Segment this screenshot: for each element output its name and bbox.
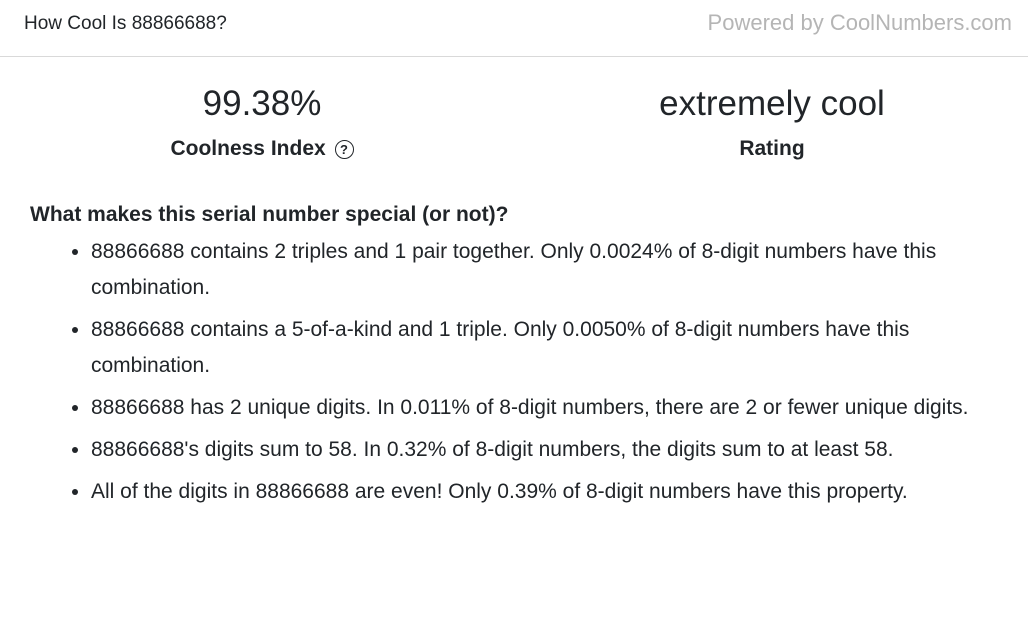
page-title: How Cool Is 88866688? xyxy=(24,13,227,34)
rating-value: extremely cool xyxy=(659,84,885,123)
powered-by-link[interactable]: Powered by CoolNumbers.com xyxy=(708,10,1012,36)
coolness-index-label: Coolness Index xyxy=(170,137,326,160)
top-header: How Cool Is 88866688? Powered by CoolNum… xyxy=(0,0,1028,57)
list-item: 88866688 has 2 unique digits. In 0.011% … xyxy=(91,390,1005,426)
list-item: 88866688 contains 2 triples and 1 pair t… xyxy=(91,234,1005,306)
stats-panel: 99.38% Coolness Index ? extremely cool R… xyxy=(0,80,1028,180)
rating-stat: extremely cool Rating xyxy=(572,80,972,164)
list-item: 88866688's digits sum to 58. In 0.32% of… xyxy=(91,432,1005,468)
list-item: 88866688 contains a 5-of-a-kind and 1 tr… xyxy=(91,312,1005,384)
special-facts-section: What makes this serial number special (o… xyxy=(30,200,1005,516)
facts-list: 88866688 contains 2 triples and 1 pair t… xyxy=(30,234,1005,510)
question-circle-icon[interactable]: ? xyxy=(334,140,354,159)
coolness-index-stat: 99.38% Coolness Index ? xyxy=(62,80,462,164)
rating-label: Rating xyxy=(739,137,805,160)
list-item: All of the digits in 88866688 are even! … xyxy=(91,474,1005,510)
coolness-index-value: 99.38% xyxy=(202,84,322,123)
section-heading: What makes this serial number special (o… xyxy=(30,203,509,226)
coolness-index-label-row: Coolness Index ? xyxy=(62,134,462,164)
